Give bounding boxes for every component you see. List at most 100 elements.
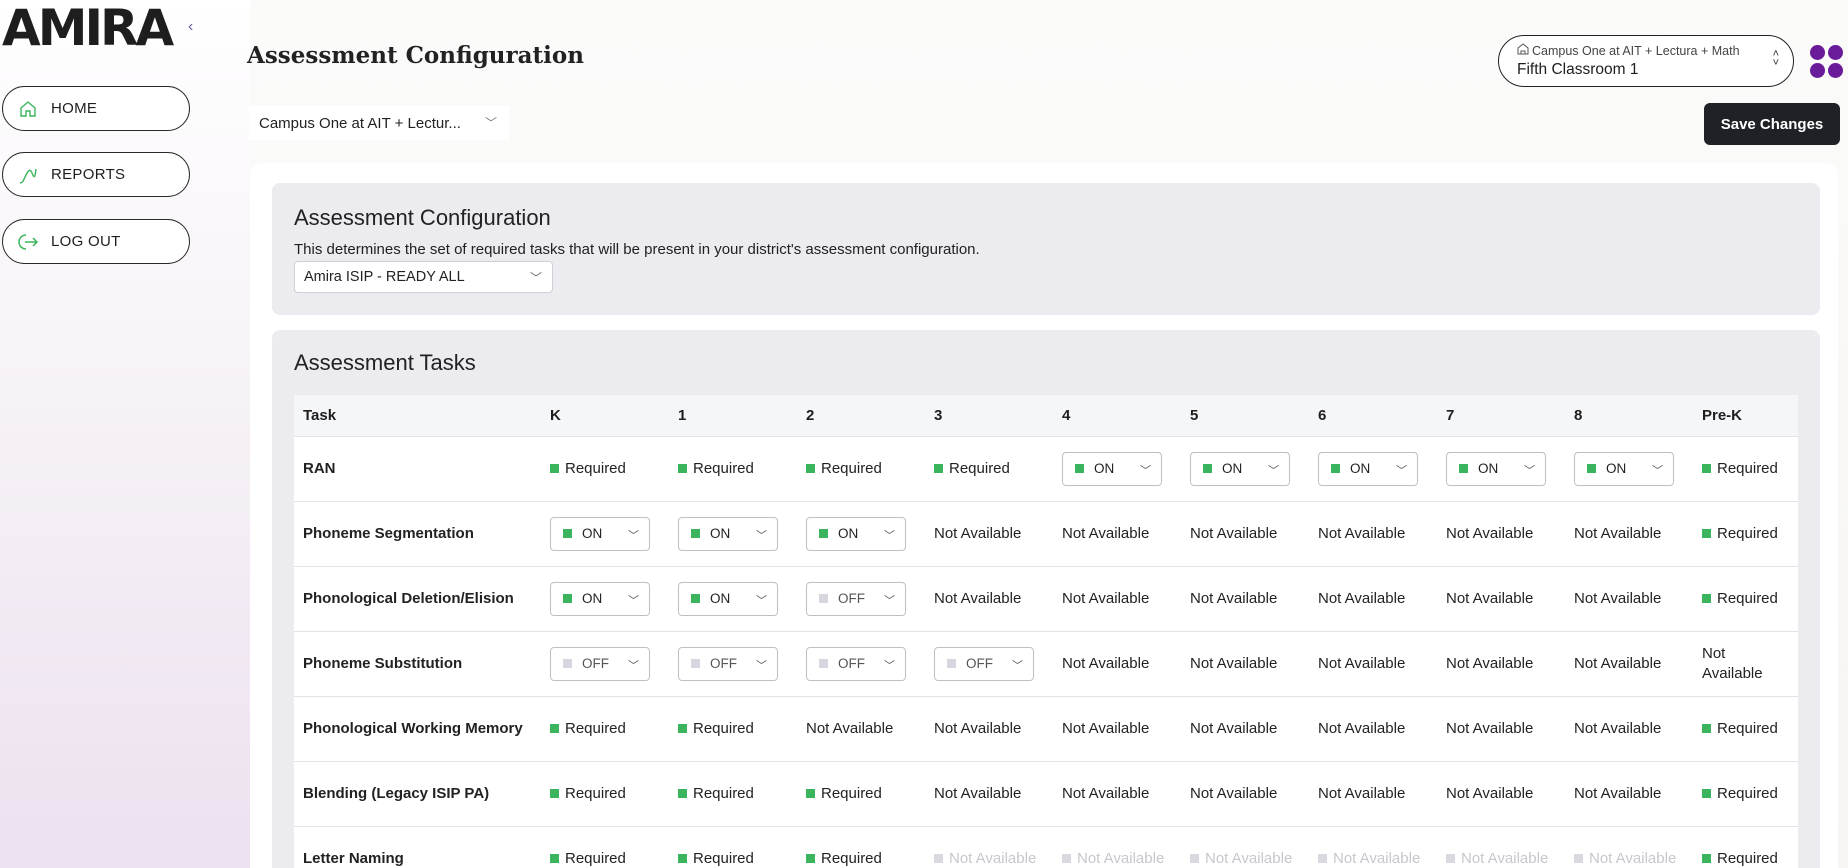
grade-toggle-select[interactable]: ON ﹀ xyxy=(550,581,650,616)
status-label: Required xyxy=(1717,590,1778,607)
save-changes-button[interactable]: Save Changes xyxy=(1704,103,1840,145)
status-label: Required xyxy=(949,460,1010,477)
grade-cell: Required xyxy=(541,695,669,761)
grade-toggle-select[interactable]: OFF ﹀ xyxy=(550,646,650,681)
grade-cell: Not Available xyxy=(1437,760,1565,826)
grade-cell: ON ﹀ xyxy=(541,500,669,566)
unavailable-status: Not Available xyxy=(1062,850,1164,867)
status-label: Not Available xyxy=(1574,525,1662,542)
column-header: 4 xyxy=(1053,395,1181,436)
grade-toggle-select[interactable]: OFF ﹀ xyxy=(806,581,906,616)
grade-cell: Not Available xyxy=(1309,825,1437,868)
unavailable-status: Not Available xyxy=(1446,850,1548,867)
status-label: Not Available xyxy=(1190,720,1278,737)
grade-cell: OFF ﹀ xyxy=(797,565,925,631)
chevron-down-icon: ﹀ xyxy=(628,529,639,542)
column-header: K xyxy=(541,395,669,436)
status-label: Not Available xyxy=(1574,785,1662,802)
grade-toggle-select[interactable]: ON ﹀ xyxy=(1318,451,1418,486)
grade-cell: Required xyxy=(1693,435,1798,501)
status-square-icon xyxy=(550,854,559,864)
required-status: Required xyxy=(1702,590,1778,607)
status-square-icon xyxy=(1318,854,1327,864)
grade-cell: Required xyxy=(1693,825,1798,868)
grade-toggle-select[interactable]: ON ﹀ xyxy=(1574,451,1674,486)
status-square-icon xyxy=(1459,464,1468,473)
config-title: Assessment Configuration xyxy=(294,205,551,230)
apps-menu-icon[interactable] xyxy=(1810,45,1844,79)
assessment-config-panel: Assessment Configuration This determines… xyxy=(272,183,1820,315)
grade-toggle-select[interactable]: ON ﹀ xyxy=(806,516,906,551)
campus-select[interactable]: Campus One at AIT + Lectur... ﹀ xyxy=(249,106,509,140)
column-header: 1 xyxy=(669,395,797,436)
grade-cell: Not Available xyxy=(1565,565,1693,631)
toggle-value: ON xyxy=(710,526,731,541)
nav-reports-button[interactable]: REPORTS xyxy=(2,152,190,197)
toggle-value: ON xyxy=(1606,461,1627,476)
grade-toggle-select[interactable]: ON ﹀ xyxy=(1446,451,1546,486)
grade-toggle-select[interactable]: OFF ﹀ xyxy=(806,646,906,681)
status-label: Not Available xyxy=(1205,850,1293,868)
grade-cell: Not Available xyxy=(1309,695,1437,761)
chevron-updown-icon: ˄ ˅ xyxy=(1772,48,1779,69)
table-row: Letter Naming Required Required Required Not… xyxy=(294,825,1798,868)
unavailable-status: Not Available xyxy=(1318,850,1420,867)
status-square-icon xyxy=(1702,724,1711,733)
table-header-row: Task K 1 2 3 4 5 6 7 8 Pre-K xyxy=(294,395,1798,436)
grade-cell: ON ﹀ xyxy=(669,565,797,631)
status-label: Not Available xyxy=(1190,590,1278,607)
grade-toggle-select[interactable]: ON ﹀ xyxy=(678,516,778,551)
grade-cell: Not Available xyxy=(1309,630,1437,696)
grade-cell: Required xyxy=(541,760,669,826)
status-label: Required xyxy=(1717,850,1778,868)
toggle-value: ON xyxy=(1222,461,1243,476)
classroom-picker[interactable]: Campus One at AIT + Lectura + Math Fifth… xyxy=(1498,35,1794,87)
grade-cell: ON ﹀ xyxy=(1437,435,1565,501)
status-label: Not Available xyxy=(1702,644,1763,682)
grade-cell: Not Available xyxy=(1181,825,1309,868)
home-icon xyxy=(17,98,39,120)
status-square-icon xyxy=(563,659,572,668)
status-square-icon xyxy=(1446,854,1455,864)
grade-toggle-select[interactable]: OFF ﹀ xyxy=(678,646,778,681)
grade-cell: Not Available xyxy=(1053,760,1181,826)
status-label: Required xyxy=(565,850,626,868)
grade-toggle-select[interactable]: OFF ﹀ xyxy=(934,646,1034,681)
chevron-down-icon: ﹀ xyxy=(529,271,542,285)
status-label: Not Available xyxy=(934,785,1022,802)
campus-select-value: Campus One at AIT + Lectur... xyxy=(259,114,461,132)
chevron-down-icon: ﹀ xyxy=(756,594,767,607)
grade-toggle-select[interactable]: ON ﹀ xyxy=(1062,451,1162,486)
task-name: RAN xyxy=(294,435,541,501)
status-label: Not Available xyxy=(1574,590,1662,607)
status-square-icon xyxy=(691,529,700,538)
config-select[interactable]: Amira ISIP - READY ALL ﹀ xyxy=(294,261,553,293)
nav-logout-button[interactable]: LOG OUT xyxy=(2,219,190,264)
status-square-icon xyxy=(678,464,687,473)
status-label: Not Available xyxy=(1062,590,1150,607)
status-square-icon xyxy=(1702,854,1711,864)
collapse-sidebar-icon[interactable]: ‹ xyxy=(188,18,193,36)
grade-cell: OFF ﹀ xyxy=(669,630,797,696)
grade-cell: Required xyxy=(1693,500,1798,566)
status-label: Not Available xyxy=(1574,720,1662,737)
grade-cell: Not Available xyxy=(925,825,1053,868)
required-status: Required xyxy=(1702,525,1778,542)
grade-cell: Not Available xyxy=(1309,565,1437,631)
status-square-icon xyxy=(1203,464,1212,473)
grade-toggle-select[interactable]: ON ﹀ xyxy=(550,516,650,551)
grade-cell: Not Available xyxy=(1309,760,1437,826)
amira-logo[interactable]: AMIRA xyxy=(2,3,174,53)
toggle-value: OFF xyxy=(838,591,865,606)
grade-cell: OFF ﹀ xyxy=(541,630,669,696)
chevron-down-icon: ﹀ xyxy=(1012,659,1023,672)
grade-toggle-select[interactable]: ON ﹀ xyxy=(678,581,778,616)
status-square-icon xyxy=(691,594,700,603)
grade-cell: ON ﹀ xyxy=(1565,435,1693,501)
nav-home-button[interactable]: HOME xyxy=(2,86,190,131)
table-row: Blending (Legacy ISIP PA) Required Require… xyxy=(294,760,1798,826)
table-row: Phoneme Substitution OFF ﹀ OFF ﹀ OFF ﹀ OFF ﹀ Not … xyxy=(294,630,1798,696)
picker-campus-label: Campus One at AIT + Lectura + Math xyxy=(1532,43,1740,58)
grade-toggle-select[interactable]: ON ﹀ xyxy=(1190,451,1290,486)
column-header: Task xyxy=(294,395,541,436)
